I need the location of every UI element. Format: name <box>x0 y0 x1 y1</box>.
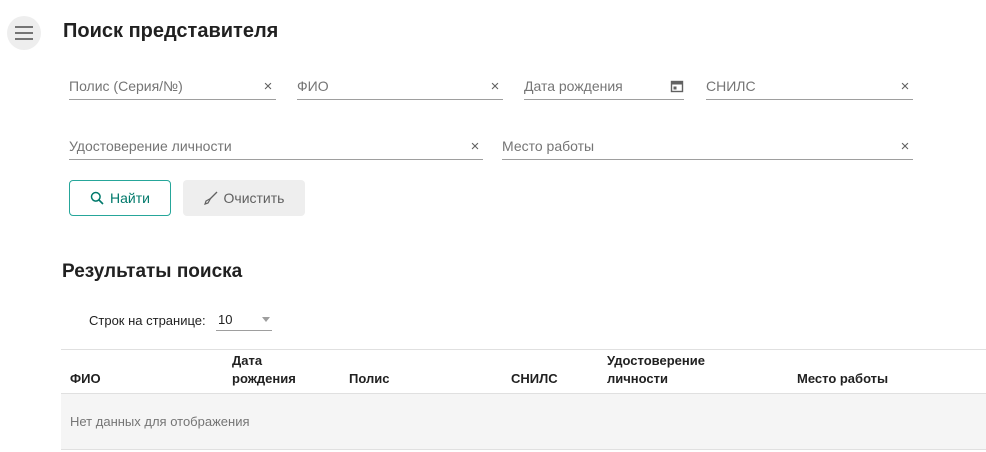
clear-workplace-icon[interactable]: × <box>897 138 913 154</box>
clear-identity-document-icon[interactable]: × <box>467 138 483 154</box>
search-icon <box>90 191 104 205</box>
column-header-birth-date[interactable]: Дата рождения <box>232 352 322 388</box>
birth-date-field[interactable]: Дата рождения <box>524 76 684 100</box>
search-button[interactable]: Найти <box>69 180 171 216</box>
rows-per-page-select[interactable]: 10 <box>216 309 272 331</box>
results-table: ФИО Дата рождения Полис СНИЛС Удостовере… <box>61 349 986 450</box>
clear-fio-icon[interactable]: × <box>487 78 503 94</box>
table-header: ФИО Дата рождения Полис СНИЛС Удостовере… <box>61 349 986 394</box>
clear-button[interactable]: Очистить <box>183 180 305 216</box>
clear-button-label: Очистить <box>223 190 285 206</box>
column-header-workplace[interactable]: Место работы <box>797 370 888 388</box>
birth-date-placeholder: Дата рождения <box>524 78 623 94</box>
calendar-icon[interactable] <box>670 79 684 93</box>
identity-document-placeholder: Удостоверение личности <box>69 138 232 154</box>
results-title: Результаты поиска <box>62 261 243 282</box>
clear-snils-icon[interactable]: × <box>897 78 913 94</box>
workplace-placeholder: Место работы <box>502 138 595 154</box>
hamburger-menu-icon <box>15 26 33 40</box>
menu-button[interactable] <box>7 16 41 50</box>
page-title: Поиск представителя <box>63 20 279 42</box>
policy-placeholder: Полис (Серия/№) <box>69 78 183 94</box>
column-header-snils[interactable]: СНИЛС <box>511 370 558 388</box>
column-header-policy[interactable]: Полис <box>349 370 389 388</box>
policy-field[interactable]: Полис (Серия/№) × <box>69 76 276 100</box>
table-empty-message: Нет данных для отображения <box>61 394 986 450</box>
dropdown-caret-icon <box>262 317 270 322</box>
workplace-field[interactable]: Место работы × <box>502 136 913 160</box>
rows-per-page-value: 10 <box>218 312 233 327</box>
clear-policy-icon[interactable]: × <box>260 78 276 94</box>
column-header-identity-document[interactable]: Удостоверение личности <box>607 352 717 388</box>
snils-placeholder: СНИЛС <box>706 78 756 94</box>
fio-field[interactable]: ФИО × <box>297 76 503 100</box>
identity-document-field[interactable]: Удостоверение личности × <box>69 136 483 160</box>
broom-icon <box>203 191 217 205</box>
column-header-fio[interactable]: ФИО <box>70 370 101 388</box>
fio-placeholder: ФИО <box>297 78 329 94</box>
rows-per-page-label: Строк на странице: <box>89 313 206 328</box>
search-button-label: Найти <box>110 190 150 206</box>
snils-field[interactable]: СНИЛС × <box>706 76 913 100</box>
